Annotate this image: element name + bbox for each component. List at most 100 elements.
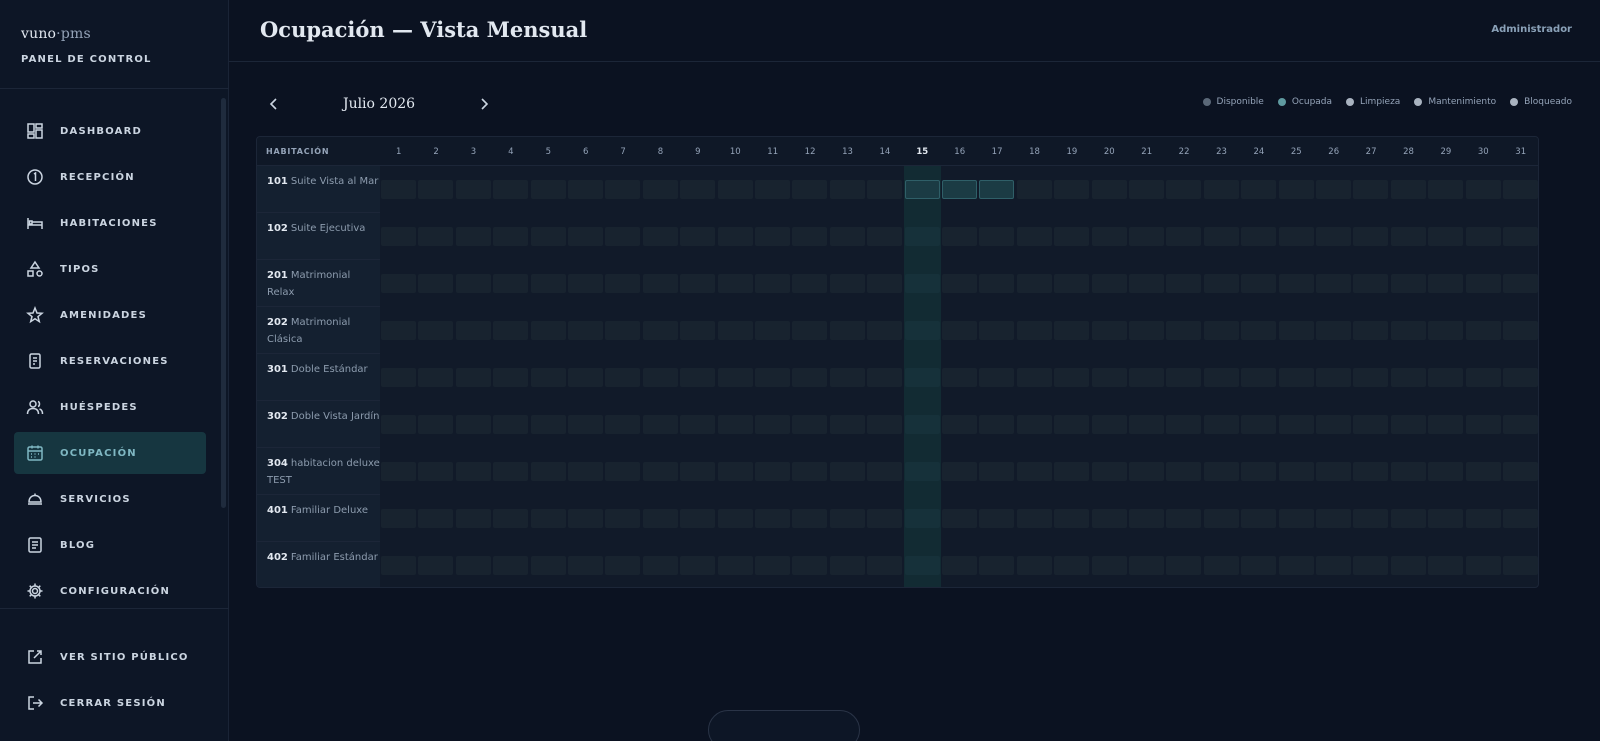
occupancy-cell[interactable] xyxy=(1091,274,1127,293)
sidebar-item-sitio[interactable]: VER SITIO PÚBLICO xyxy=(14,636,206,678)
occupancy-cell[interactable] xyxy=(1428,274,1464,293)
sidebar-item-logout[interactable]: CERRAR SESIÓN xyxy=(14,682,206,724)
occupancy-cell[interactable] xyxy=(568,509,603,528)
occupancy-cell[interactable] xyxy=(530,227,566,246)
occupancy-cell[interactable] xyxy=(1428,227,1464,246)
occupancy-cell[interactable] xyxy=(829,274,865,293)
occupancy-cell[interactable] xyxy=(942,462,977,481)
occupancy-cell[interactable] xyxy=(1091,462,1127,481)
occupancy-cell[interactable] xyxy=(755,227,790,246)
occupancy-cell[interactable] xyxy=(1428,509,1464,528)
occupancy-cell[interactable] xyxy=(1316,462,1351,481)
occupancy-cell[interactable] xyxy=(1129,368,1164,387)
sidebar-item-habitaciones[interactable]: HABITACIONES xyxy=(14,202,206,244)
next-month-button[interactable] xyxy=(474,94,494,114)
occupancy-cell[interactable] xyxy=(792,509,828,528)
occupancy-cell[interactable] xyxy=(381,556,416,575)
occupancy-cell[interactable] xyxy=(1503,321,1538,340)
occupancy-cell[interactable] xyxy=(642,321,678,340)
occupancy-cell[interactable] xyxy=(680,180,716,199)
occupancy-cell[interactable] xyxy=(1016,180,1052,199)
occupancy-cell[interactable] xyxy=(867,321,903,340)
occupancy-cell[interactable] xyxy=(530,462,566,481)
occupancy-cell[interactable] xyxy=(1353,462,1389,481)
occupancy-cell[interactable] xyxy=(717,556,753,575)
occupancy-cell[interactable] xyxy=(1054,415,1090,434)
occupancy-cell[interactable] xyxy=(1016,462,1052,481)
occupancy-cell[interactable] xyxy=(942,227,977,246)
occupancy-cell[interactable] xyxy=(1428,180,1464,199)
occupancy-cell[interactable] xyxy=(1465,368,1501,387)
occupancy-cell[interactable] xyxy=(680,556,716,575)
occupancy-cell[interactable] xyxy=(942,415,977,434)
occupancy-cell[interactable] xyxy=(455,227,491,246)
occupancy-cell[interactable] xyxy=(605,462,641,481)
occupancy-cell[interactable] xyxy=(1054,509,1090,528)
occupancy-cell[interactable] xyxy=(979,556,1015,575)
occupancy-cell[interactable] xyxy=(493,415,529,434)
occupancy-cell[interactable] xyxy=(792,556,828,575)
occupancy-cell[interactable] xyxy=(605,274,641,293)
occupancy-cell[interactable] xyxy=(1316,227,1351,246)
occupancy-cell[interactable] xyxy=(1203,462,1239,481)
occupancy-cell[interactable] xyxy=(568,556,603,575)
sidebar-item-tipos[interactable]: TIPOS xyxy=(14,248,206,290)
occupancy-cell[interactable] xyxy=(1390,227,1426,246)
occupancy-cell[interactable] xyxy=(1203,321,1239,340)
occupancy-cell[interactable] xyxy=(1465,415,1501,434)
occupancy-cell[interactable] xyxy=(1091,556,1127,575)
sidebar-item-dashboard[interactable]: DASHBOARD xyxy=(14,110,206,152)
occupancy-cell[interactable] xyxy=(418,321,454,340)
occupancy-cell[interactable] xyxy=(455,274,491,293)
occupancy-cell[interactable] xyxy=(1316,509,1351,528)
occupancy-cell[interactable] xyxy=(642,180,678,199)
occupancy-cell[interactable] xyxy=(1203,368,1239,387)
occupancy-cell[interactable] xyxy=(717,462,753,481)
occupancy-cell[interactable] xyxy=(605,556,641,575)
occupancy-cell[interactable] xyxy=(1016,556,1052,575)
occupancy-cell[interactable] xyxy=(680,368,716,387)
occupancy-cell[interactable] xyxy=(642,227,678,246)
occupancy-cell[interactable] xyxy=(1465,227,1501,246)
occupancy-cell[interactable] xyxy=(455,368,491,387)
occupancy-cell[interactable] xyxy=(1016,274,1052,293)
occupancy-cell[interactable] xyxy=(1166,462,1202,481)
brand-logo[interactable]: vuno·pms xyxy=(21,26,152,42)
occupancy-cell[interactable] xyxy=(792,368,828,387)
occupancy-cell[interactable] xyxy=(568,415,603,434)
occupancy-cell[interactable] xyxy=(1054,462,1090,481)
occupancy-cell[interactable] xyxy=(829,462,865,481)
occupancy-cell[interactable] xyxy=(530,368,566,387)
occupancy-cell[interactable] xyxy=(1054,556,1090,575)
occupancy-cell[interactable] xyxy=(1054,180,1090,199)
occupancy-cell[interactable] xyxy=(530,509,566,528)
occupancy-cell-occupied[interactable] xyxy=(904,180,940,199)
occupancy-cell[interactable] xyxy=(717,368,753,387)
occupancy-cell[interactable] xyxy=(904,321,940,340)
occupancy-cell[interactable] xyxy=(867,274,903,293)
occupancy-cell[interactable] xyxy=(1166,274,1202,293)
occupancy-cell[interactable] xyxy=(1241,415,1277,434)
floating-toolbar[interactable] xyxy=(708,710,860,741)
occupancy-cell[interactable] xyxy=(829,368,865,387)
occupancy-cell[interactable] xyxy=(1390,415,1426,434)
occupancy-cell[interactable] xyxy=(381,321,416,340)
occupancy-cell[interactable] xyxy=(1428,462,1464,481)
occupancy-cell[interactable] xyxy=(792,180,828,199)
sidebar-item-blog[interactable]: BLOG xyxy=(14,524,206,566)
occupancy-cell[interactable] xyxy=(829,227,865,246)
occupancy-cell[interactable] xyxy=(493,368,529,387)
occupancy-cell[interactable] xyxy=(605,415,641,434)
sidebar-scrollbar[interactable] xyxy=(221,98,226,508)
occupancy-cell[interactable] xyxy=(904,227,940,246)
occupancy-cell[interactable] xyxy=(1054,368,1090,387)
occupancy-cell[interactable] xyxy=(1016,415,1052,434)
occupancy-cell[interactable] xyxy=(1129,462,1164,481)
occupancy-cell[interactable] xyxy=(605,368,641,387)
occupancy-cell[interactable] xyxy=(1129,556,1164,575)
occupancy-cell[interactable] xyxy=(1428,368,1464,387)
occupancy-cell[interactable] xyxy=(1503,368,1538,387)
occupancy-cell-occupied[interactable] xyxy=(942,180,977,199)
occupancy-cell[interactable] xyxy=(867,180,903,199)
occupancy-cell[interactable] xyxy=(904,556,940,575)
